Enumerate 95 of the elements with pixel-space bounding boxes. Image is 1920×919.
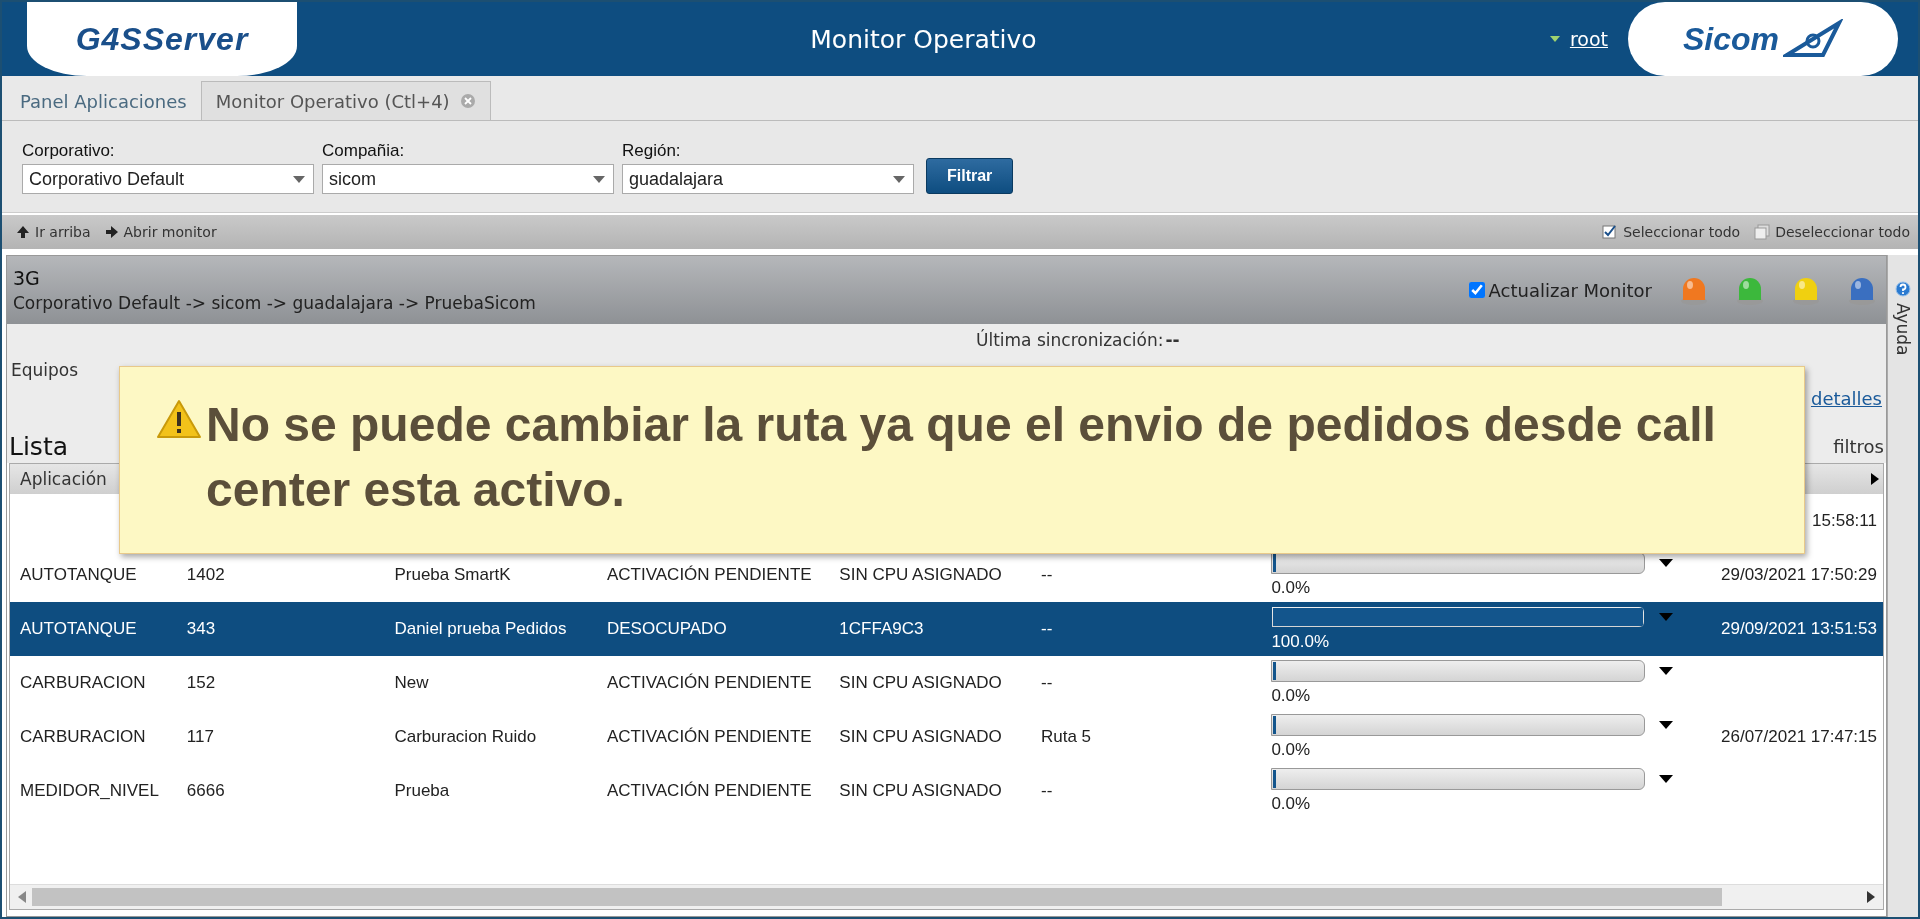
- table-cell-text: AUTOTANQUE: [19, 619, 138, 639]
- sicom-logo: Sicom: [1628, 2, 1898, 76]
- table-cell-text: 1CFFA9C3: [838, 619, 925, 639]
- breadcrumb-path: Corporativo Default -> sicom -> guadalajara -> PruebaSicom: [13, 293, 536, 313]
- sync-value: --: [1165, 330, 1180, 350]
- field-label: Corporativo:: [22, 141, 116, 161]
- caret-icon: [593, 175, 605, 183]
- caret-icon: [1659, 721, 1674, 729]
- table-cell-text: AUTOTANQUE: [19, 565, 138, 585]
- table-row[interactable]: CARBURACION 117 Carburacion Ruido ACTIVACIÓN PENDIENTE SIN CPU ASIGNADO Ruta 5 0.0% 26/07/2021 17:47:15: [10, 710, 1883, 764]
- dropdown[interactable]: Corporativo Default: [22, 164, 314, 194]
- checkbox-label[interactable]: Actualizar Monitor: [1468, 279, 1652, 301]
- table-cell-text: Daniel prueba Pedidos: [393, 619, 568, 639]
- checkbox-icon: [1602, 224, 1619, 240]
- dropdown[interactable]: sicom: [322, 164, 614, 194]
- table-cell-text: ACTIVACIÓN PENDIENTE: [605, 673, 813, 693]
- warning-message: No se puede cambiar la ruta ya que el envio de pedidos desde call center esta activo.: [206, 397, 1717, 518]
- caret-icon: [893, 175, 905, 183]
- table-cell-text: 343: [185, 619, 217, 639]
- table-cell-text: SIN CPU ASIGNADO: [838, 673, 1003, 693]
- table-row[interactable]: AUTOTANQUE 1402 Prueba SmartK ACTIVACIÓN PENDIENTE SIN CPU ASIGNADO -- 0.0% 29/03/2021 17:50:29: [10, 548, 1883, 602]
- table-cell-text: Prueba: [393, 781, 451, 801]
- table-cell-text: Prueba SmartK: [393, 565, 512, 585]
- caret-icon: [293, 175, 305, 183]
- link[interactable]: detalles: [1810, 388, 1882, 409]
- toolbar-button[interactable]: Deseleccionar todo: [1754, 224, 1910, 240]
- page-title: Monitor Operativo: [809, 24, 1038, 54]
- field-label: Equipos: [11, 360, 80, 380]
- checkbox-icon: [1754, 224, 1771, 240]
- checkbox[interactable]: [1468, 282, 1485, 298]
- tab[interactable]: Monitor Operativo (Ctl+4): [200, 81, 491, 120]
- table-cell-text: CARBURACION: [19, 673, 147, 693]
- toolbar-button[interactable]: Ir arriba: [16, 224, 91, 240]
- filter-button[interactable]: Filtrar: [926, 158, 1014, 194]
- field-label: Compañia:: [322, 141, 406, 161]
- beacon-light-icon[interactable]: [1848, 275, 1876, 305]
- section-title: Lista: [9, 432, 69, 461]
- table-cell-text: 117: [185, 727, 215, 747]
- progress-text: 0.0%: [1271, 794, 1312, 814]
- warning-icon: [156, 399, 202, 439]
- help-icon: [1895, 281, 1911, 297]
- progress-text: 0.0%: [1271, 578, 1312, 598]
- table-cell-text: --: [1039, 781, 1054, 801]
- table-cell-text: Ruta 5: [1039, 727, 1093, 747]
- table-cell-text: 152: [185, 673, 217, 693]
- toolbar-button[interactable]: Abrir monitor: [104, 224, 217, 240]
- table-cell-text: ACTIVACIÓN PENDIENTE: [605, 727, 813, 747]
- panel-title: 3G: [13, 267, 41, 289]
- progress-text: 100.0%: [1271, 632, 1331, 652]
- scroll-right-icon: [1871, 473, 1879, 485]
- table-cell-text: SIN CPU ASIGNADO: [838, 781, 1003, 801]
- table-row[interactable]: AUTOTANQUE 343 Daniel prueba Pedidos DESOCUPADO 1CFFA9C3 -- 100.0% 29/09/2021 13:51:53: [10, 602, 1883, 656]
- table-cell-text: SIN CPU ASIGNADO: [838, 565, 1003, 585]
- beacon-light-icon[interactable]: [1680, 275, 1708, 305]
- up-arrow-icon: [16, 225, 30, 239]
- progress-text: 0.0%: [1271, 740, 1312, 760]
- table-cell-text: ACTIVACIÓN PENDIENTE: [605, 565, 813, 585]
- field-label: Región:: [622, 141, 682, 161]
- table-cell-text: DESOCUPADO: [605, 619, 728, 639]
- checkbox-label[interactable]: filtros: [1833, 436, 1884, 457]
- table-cell-text: New: [393, 673, 430, 693]
- beacon-light-icon[interactable]: [1736, 275, 1764, 305]
- g4s-logo: G4SServer: [27, 2, 297, 76]
- table-cell-text: 29/09/2021 13:51:53: [1720, 619, 1878, 639]
- caret-icon: [1659, 775, 1674, 783]
- user-link[interactable]: root: [1569, 28, 1608, 50]
- scroll-left-icon: [18, 891, 26, 903]
- scroll-right-icon: [1867, 891, 1875, 903]
- dropdown[interactable]: guadalajara: [622, 164, 914, 194]
- caret-icon: [1659, 613, 1674, 621]
- table-cell-text: 15:58:11: [1811, 511, 1878, 531]
- scrollbar-thumb[interactable]: [32, 888, 1722, 906]
- table-cell-text: --: [1039, 565, 1054, 585]
- table-cell-text: 26/07/2021 17:47:15: [1720, 727, 1878, 747]
- table-cell-text: 6666: [185, 781, 226, 801]
- caret-icon: [1549, 36, 1560, 42]
- table-row[interactable]: CARBURACION 152 New ACTIVACIÓN PENDIENTE SIN CPU ASIGNADO -- 0.0%: [10, 656, 1883, 710]
- progress-text: 0.0%: [1271, 686, 1312, 706]
- caret-icon: [1659, 559, 1674, 567]
- table-cell-text: Carburacion Ruido: [393, 727, 538, 747]
- table-cell-text: --: [1039, 673, 1054, 693]
- right-arrow-icon: [104, 225, 119, 239]
- table-cell-text: SIN CPU ASIGNADO: [838, 727, 1003, 747]
- table-cell-text: 1402: [185, 565, 226, 585]
- table-cell-text: ACTIVACIÓN PENDIENTE: [605, 781, 813, 801]
- caret-icon: [1659, 667, 1674, 675]
- toolbar-button[interactable]: Seleccionar todo: [1602, 224, 1741, 240]
- table-cell-text: MEDIDOR_NIVEL: [19, 781, 160, 801]
- help-tab[interactable]: Ayuda: [1887, 255, 1918, 917]
- table-row[interactable]: MEDIDOR_NIVEL 6666 Prueba ACTIVACIÓN PENDIENTE SIN CPU ASIGNADO -- 0.0%: [10, 764, 1883, 818]
- table-cell-text: --: [1039, 619, 1054, 639]
- table-cell-text: CARBURACION: [19, 727, 147, 747]
- beacon-light-icon[interactable]: [1792, 275, 1820, 305]
- table-cell-text: 29/03/2021 17:50:29: [1720, 565, 1878, 585]
- field-label: Última sincronización:: [976, 330, 1164, 350]
